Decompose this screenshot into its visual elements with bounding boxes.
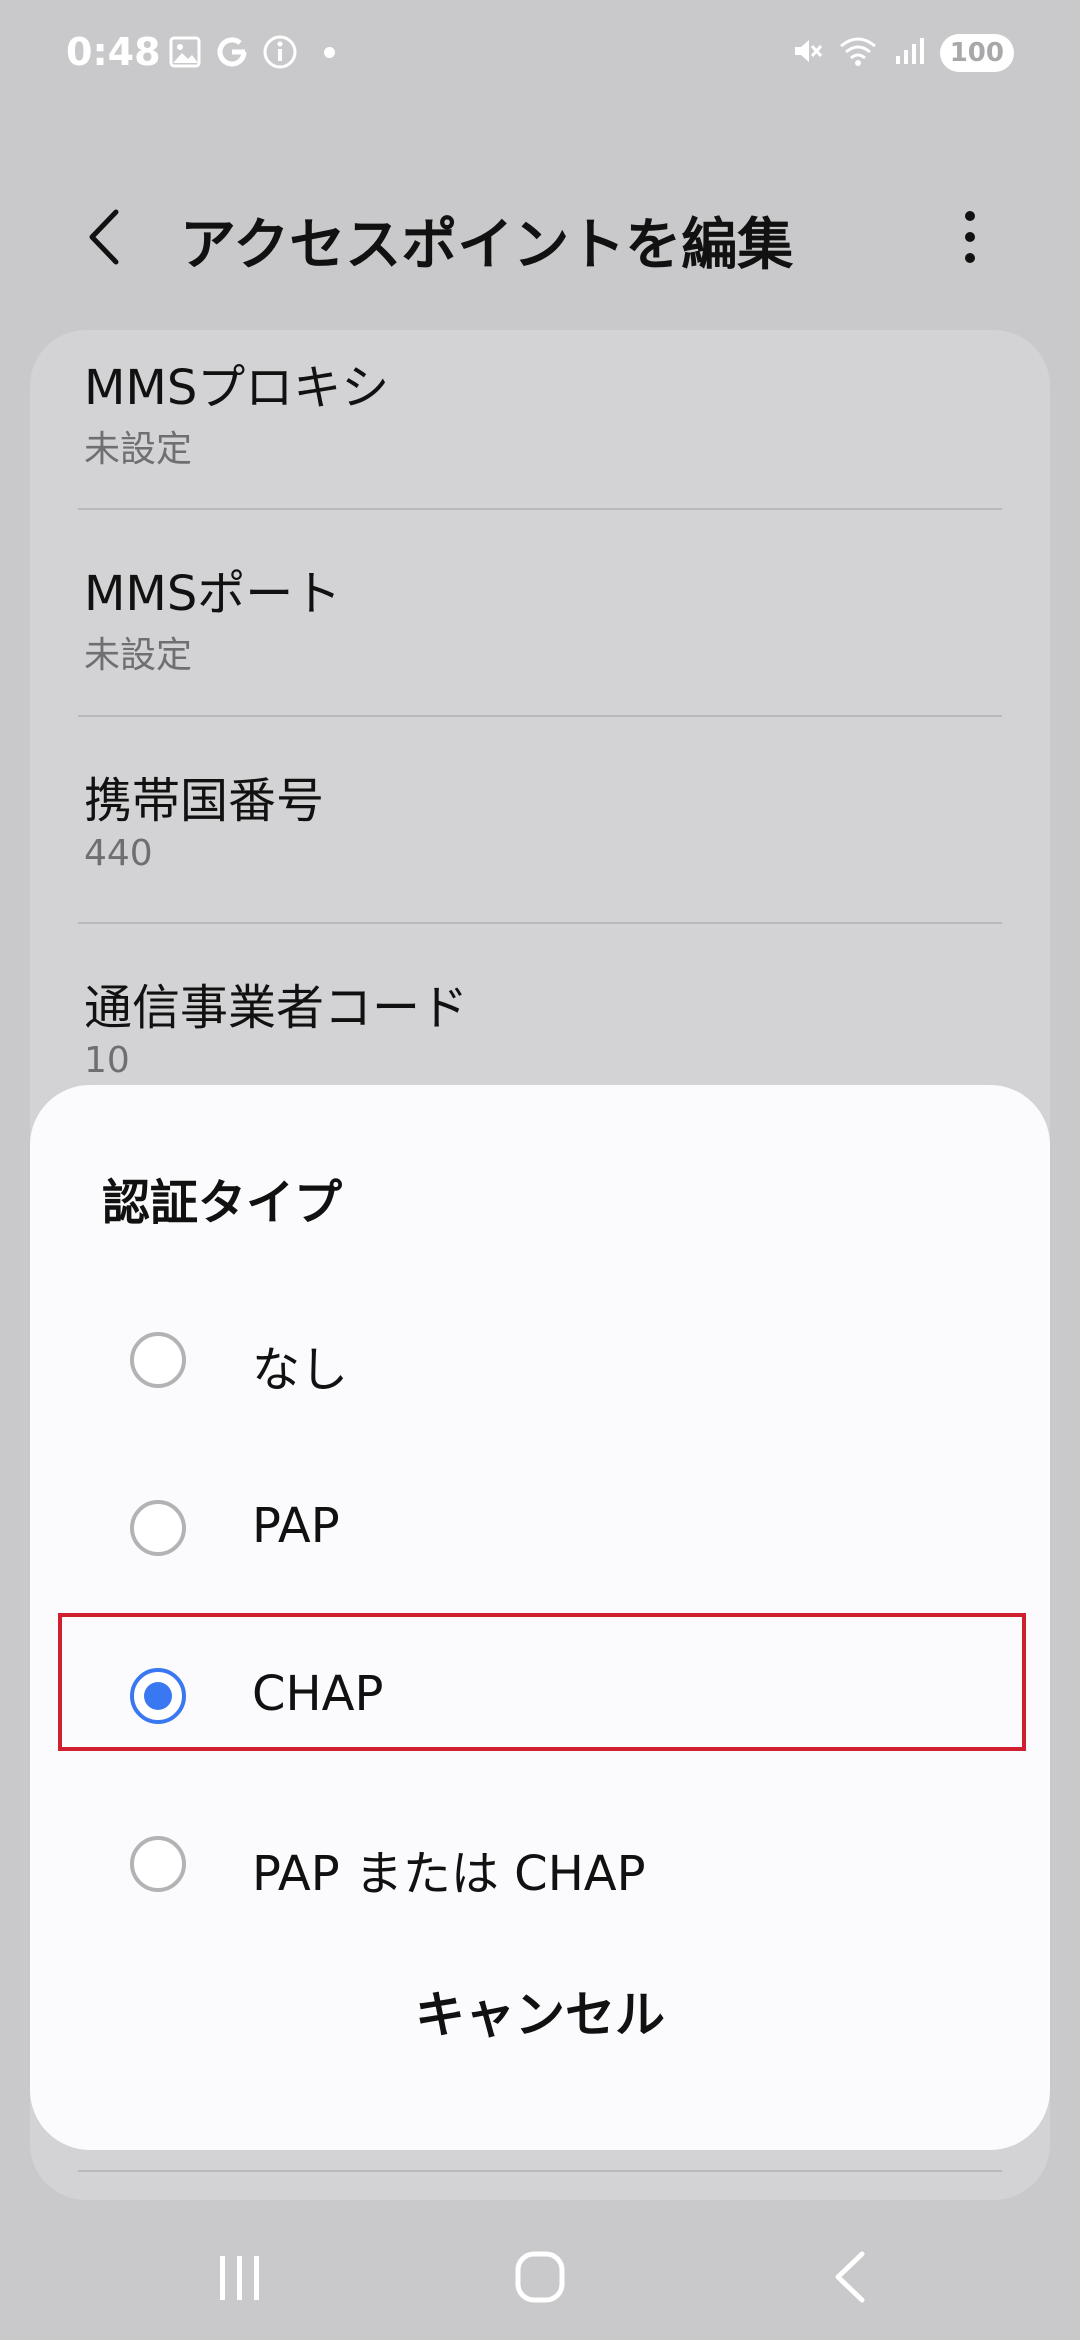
setting-item-mms-proxy[interactable]: MMSプロキシ 未設定 — [30, 330, 1050, 536]
radio-option-pap-or-chap[interactable]: PAP または CHAP — [58, 1794, 1022, 1934]
more-options-button[interactable] — [950, 202, 990, 272]
navigation-bar — [0, 2200, 1080, 2340]
home-button[interactable] — [500, 2242, 580, 2312]
battery-indicator: 100 — [939, 34, 1014, 72]
status-left-icons — [168, 34, 335, 70]
setting-value: 440 — [84, 833, 153, 874]
radio-option-none[interactable]: なし — [58, 1290, 1022, 1430]
option-label: PAP または CHAP — [252, 1846, 646, 1902]
option-label: PAP — [252, 1498, 340, 1554]
signal-icon — [892, 34, 926, 72]
info-icon — [262, 34, 298, 70]
setting-item-mcc[interactable]: 携帯国番号 440 — [30, 717, 1050, 923]
app-header: アクセスポイントを編集 — [0, 180, 1080, 290]
setting-title: 通信事業者コード — [84, 980, 469, 1036]
status-bar: 0:48 100 — [0, 0, 1080, 110]
selection-highlight-box — [58, 1613, 1026, 1751]
chevron-left-icon — [89, 209, 119, 265]
radio-button[interactable] — [130, 1836, 186, 1892]
back-icon — [835, 2251, 865, 2303]
status-right-icons: 100 — [790, 34, 1014, 72]
recents-icon — [220, 2256, 259, 2300]
status-time: 0:48 — [66, 30, 161, 74]
dialog-title: 認証タイプ — [102, 1175, 343, 1231]
setting-value: 未設定 — [84, 635, 193, 676]
cancel-button[interactable]: キャンセル — [30, 1960, 1050, 2070]
setting-title: MMSポート — [84, 566, 342, 622]
mute-icon — [790, 34, 824, 72]
recent-apps-button[interactable] — [200, 2242, 280, 2312]
home-icon — [515, 2251, 565, 2303]
setting-title: MMSプロキシ — [84, 360, 390, 416]
back-nav-button[interactable] — [810, 2242, 890, 2312]
more-vert-icon — [965, 211, 975, 263]
page-title: アクセスポイントを編集 — [180, 213, 794, 278]
notification-dot — [324, 46, 335, 58]
radio-button[interactable] — [130, 1500, 186, 1556]
gallery-icon — [168, 35, 202, 69]
wifi-icon — [838, 34, 878, 72]
radio-option-pap[interactable]: PAP — [58, 1458, 1022, 1598]
option-label: なし — [252, 1342, 349, 1398]
setting-value: 未設定 — [84, 429, 193, 470]
setting-item-mms-port[interactable]: MMSポート 未設定 — [30, 510, 1050, 716]
divider — [78, 2170, 1002, 2172]
setting-value: 10 — [84, 1040, 130, 1081]
radio-button[interactable] — [130, 1332, 186, 1388]
setting-title: 携帯国番号 — [84, 773, 325, 829]
google-icon — [214, 34, 250, 70]
back-button[interactable] — [78, 202, 138, 272]
